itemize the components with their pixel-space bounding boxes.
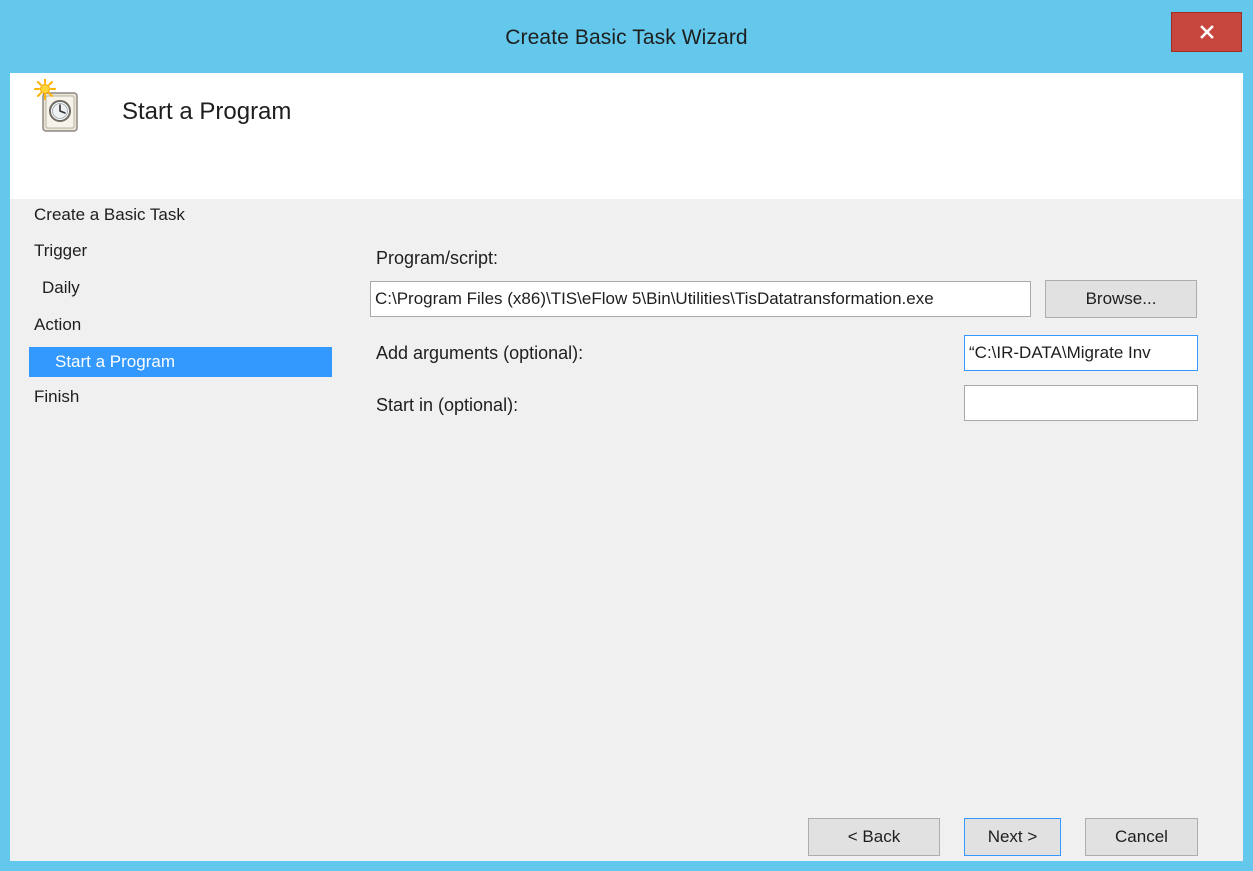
nav-step-action[interactable]: Action [34,315,81,335]
scheduled-task-clock-icon [34,79,78,132]
nav-step-create-basic-task[interactable]: Create a Basic Task [34,205,185,225]
nav-step-trigger[interactable]: Trigger [34,241,87,261]
start-in-input[interactable] [964,385,1198,421]
page-title: Start a Program [122,98,292,125]
close-button[interactable] [1171,12,1242,52]
nav-step-finish[interactable]: Finish [34,387,79,407]
nav-step-daily[interactable]: Daily [42,278,80,298]
title-bar[interactable]: Create Basic Task Wizard [0,0,1253,73]
add-arguments-input[interactable]: “C:\IR-DATA\Migrate Inv [964,335,1198,371]
start-in-label: Start in (optional): [376,395,519,415]
back-button[interactable]: < Back [808,818,940,856]
next-button[interactable]: Next > [964,818,1061,856]
nav-step-start-a-program[interactable]: Start a Program [29,347,332,377]
cancel-button[interactable]: Cancel [1085,818,1198,856]
close-icon [1199,25,1214,39]
window-title: Create Basic Task Wizard [505,26,748,49]
wizard-window: Create Basic Task Wizard Start a Program [0,0,1253,871]
program-script-label: Program/script: [376,248,499,268]
wizard-client-area: Start a Program Create a Basic Task Trig… [10,73,1243,861]
wizard-header: Start a Program [10,73,1243,199]
add-arguments-label: Add arguments (optional): [376,343,584,363]
program-script-input[interactable]: C:\Program Files (x86)\TIS\eFlow 5\Bin\U… [370,281,1031,317]
browse-button[interactable]: Browse... [1045,280,1197,318]
